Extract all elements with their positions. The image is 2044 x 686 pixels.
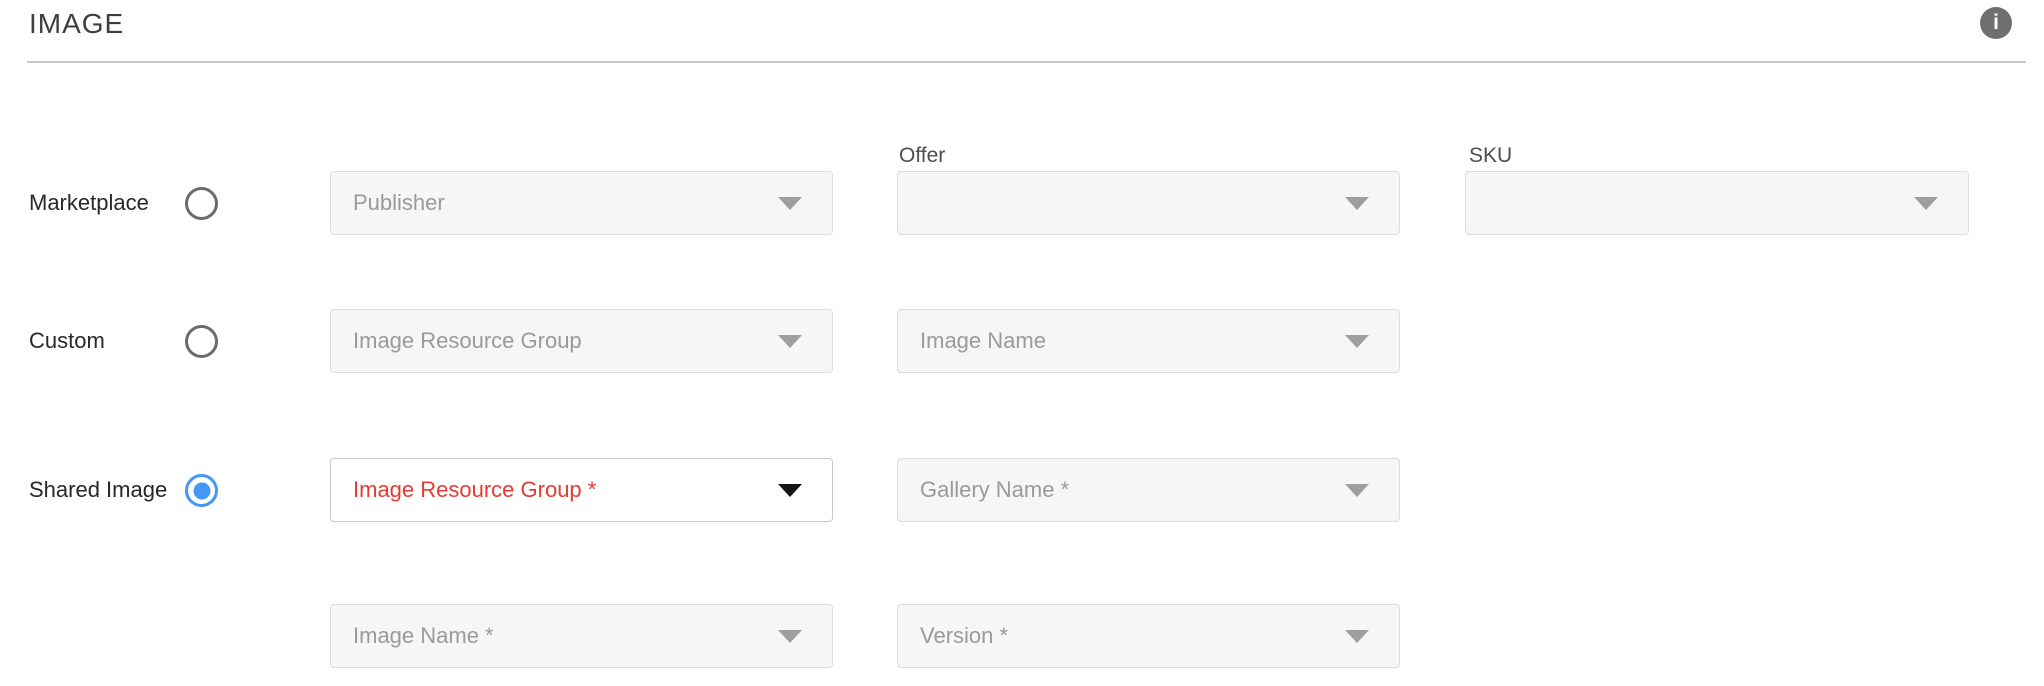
gallery-name-dropdown[interactable]: Gallery Name * (897, 458, 1400, 522)
custom-resource-group-dropdown[interactable]: Image Resource Group (330, 309, 833, 373)
option-label-custom: Custom (29, 327, 105, 355)
publisher-dropdown[interactable]: Publisher (330, 171, 833, 235)
shared-image-name-dropdown[interactable]: Image Name * (330, 604, 833, 668)
gallery-name-placeholder: Gallery Name * (920, 477, 1069, 503)
option-label-shared-image: Shared Image (29, 476, 167, 504)
shared-resource-group-placeholder: Image Resource Group * (353, 477, 596, 503)
sku-label: SKU (1469, 144, 1512, 168)
page-title: IMAGE (29, 8, 124, 40)
dropdown-arrow-icon (778, 335, 802, 348)
image-form-section: IMAGE i Marketplace Publisher Offer SKU … (0, 0, 2044, 686)
dropdown-arrow-icon (778, 197, 802, 210)
version-dropdown[interactable]: Version * (897, 604, 1400, 668)
dropdown-arrow-icon (778, 630, 802, 643)
dropdown-arrow-icon (1345, 335, 1369, 348)
offer-dropdown[interactable] (897, 171, 1400, 235)
radio-marketplace[interactable] (185, 187, 218, 220)
custom-image-name-placeholder: Image Name (920, 328, 1046, 354)
custom-image-name-dropdown[interactable]: Image Name (897, 309, 1400, 373)
radio-shared-image[interactable] (185, 474, 218, 507)
dropdown-arrow-icon (1914, 197, 1938, 210)
shared-image-name-placeholder: Image Name * (353, 623, 494, 649)
info-icon[interactable]: i (1980, 7, 2012, 39)
shared-resource-group-dropdown[interactable]: Image Resource Group * (330, 458, 833, 522)
dropdown-arrow-icon (1345, 197, 1369, 210)
publisher-placeholder: Publisher (353, 190, 445, 216)
option-label-marketplace: Marketplace (29, 189, 149, 217)
section-divider (27, 61, 2026, 63)
offer-label: Offer (899, 144, 945, 168)
dropdown-arrow-icon (1345, 630, 1369, 643)
custom-resource-group-placeholder: Image Resource Group (353, 328, 582, 354)
radio-custom[interactable] (185, 325, 218, 358)
dropdown-arrow-icon (1345, 484, 1369, 497)
info-glyph: i (1993, 11, 1999, 35)
sku-dropdown[interactable] (1465, 171, 1969, 235)
version-placeholder: Version * (920, 623, 1008, 649)
dropdown-arrow-icon (778, 484, 802, 497)
